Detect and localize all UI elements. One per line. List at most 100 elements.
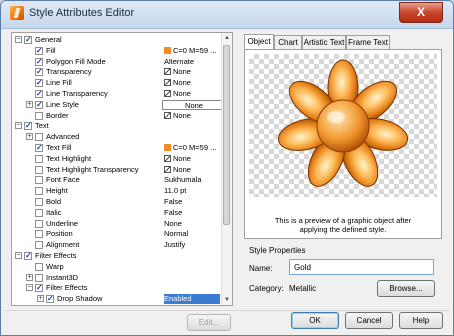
tree-row-value[interactable]: Sukhumala [164, 175, 220, 185]
close-button[interactable]: X [399, 2, 443, 23]
tree-row-checkbox[interactable] [35, 165, 43, 174]
tree-row[interactable]: Polygon Fill Mode Alternate [12, 57, 222, 67]
expand-icon[interactable]: + [37, 295, 44, 303]
tree-row-value[interactable]: Justify [164, 240, 220, 250]
tree-row-checkbox[interactable] [35, 230, 43, 239]
tree-row-checkbox[interactable] [35, 198, 43, 206]
tree-row-value[interactable]: Enabled [164, 294, 220, 305]
tree-row-checkbox[interactable] [35, 187, 43, 196]
tree-row[interactable]: Height 11.0 pt [12, 186, 222, 196]
tree-row-checkbox[interactable] [35, 57, 43, 67]
cancel-button[interactable]: Cancel [345, 312, 393, 329]
tab-artistic-text[interactable]: Artistic Text [302, 35, 346, 49]
expand-icon[interactable]: + [26, 273, 33, 281]
tree-row[interactable]: − Text [12, 121, 222, 131]
tree-row[interactable]: Font Face Sukhumala [12, 175, 222, 185]
none-fill-icon [164, 90, 171, 97]
preview-canvas [249, 54, 437, 197]
tree-scrollbar[interactable]: ▲ ▼ [221, 33, 232, 305]
name-field[interactable] [289, 259, 434, 275]
tree-row-value[interactable]: Alternate [164, 57, 220, 67]
tree-row-checkbox[interactable] [35, 262, 43, 271]
tree-row[interactable]: − General [12, 35, 222, 45]
scroll-up-arrow-icon[interactable]: ▲ [222, 33, 232, 43]
tree-row[interactable]: Fill C=0 M=59 ... [12, 46, 222, 56]
preview-caption-line2: applying the defined style. [299, 225, 387, 234]
none-fill-icon [164, 111, 171, 119]
tree-row-value[interactable]: None [164, 67, 220, 77]
tree-row-checkbox[interactable] [35, 176, 43, 185]
tree-row-value[interactable]: None [164, 154, 220, 164]
tree-row[interactable]: Transparency None [12, 67, 222, 77]
tree-row-value[interactable]: None [164, 219, 220, 229]
tree-row[interactable]: Text Fill C=0 M=59 ... [12, 143, 222, 153]
tree-row-checkbox[interactable] [46, 294, 54, 304]
collapse-icon[interactable]: − [15, 252, 22, 259]
tree-row-label: Font Face [46, 175, 80, 185]
tree-row-checkbox[interactable] [35, 111, 43, 120]
tab-object[interactable]: Object [244, 34, 274, 50]
tree-row[interactable]: Line Fill None [12, 78, 222, 88]
tree-row-checkbox[interactable] [35, 219, 43, 228]
tree-row[interactable]: + Line Style None [12, 99, 226, 110]
tree-row[interactable]: − Filter Effects [12, 251, 222, 261]
tree-row-value[interactable]: False [164, 208, 220, 218]
tree-row-value[interactable]: None [164, 89, 220, 99]
tree-row-checkbox[interactable] [24, 121, 32, 131]
tree-row-checkbox[interactable] [35, 283, 43, 293]
tree-row[interactable]: Border None [12, 111, 222, 121]
expand-icon[interactable]: + [26, 100, 33, 108]
tree-row[interactable]: Italic False [12, 208, 222, 218]
collapse-icon[interactable]: − [15, 36, 22, 43]
tree-row[interactable]: Bold False [12, 197, 222, 207]
tree-row[interactable]: + Advanced [12, 132, 222, 142]
tree-row[interactable]: − Filter Effects [12, 283, 222, 293]
tree-row[interactable]: Text Highlight Transparency None [12, 165, 222, 175]
tree-row-value[interactable]: False [164, 197, 220, 207]
tree-row[interactable]: + Drop Shadow Enabled [12, 294, 222, 305]
collapse-icon[interactable]: − [15, 122, 22, 130]
tree-row-value[interactable]: None [162, 99, 226, 110]
tree-row[interactable]: Position Normal [12, 229, 222, 239]
tree-row-checkbox[interactable] [35, 241, 43, 250]
tree-row-value[interactable]: 11.0 pt [164, 186, 220, 196]
tree-row-value[interactable]: None [164, 165, 220, 175]
tree-row-checkbox[interactable] [35, 208, 43, 217]
help-button[interactable]: Help [399, 312, 443, 329]
tree-row[interactable]: Line Transparency None [12, 89, 222, 99]
tree-row-value[interactable]: C=0 M=59 ... [164, 46, 220, 56]
tree-row-value[interactable]: None [164, 78, 220, 88]
collapse-icon[interactable]: − [26, 284, 33, 292]
tree-row[interactable]: Warp [12, 262, 222, 272]
scroll-down-arrow-icon[interactable]: ▼ [222, 295, 232, 305]
tree-row-checkbox[interactable] [35, 78, 43, 88]
tree-row-value[interactable]: Normal [164, 229, 220, 239]
ok-button[interactable]: OK [291, 312, 339, 329]
tab-chart[interactable]: Chart [274, 35, 302, 49]
tree-row-checkbox[interactable] [24, 251, 32, 261]
tree-row-checkbox[interactable] [24, 35, 32, 45]
scroll-thumb[interactable] [223, 45, 230, 225]
tree-row-value[interactable]: None [164, 111, 220, 121]
edit-button[interactable]: Edit... [187, 314, 231, 331]
tree-row-value[interactable]: C=0 M=59 ... [164, 143, 220, 153]
tree-row-label: Line Style [46, 99, 79, 109]
tree-row[interactable]: Text Highlight None [12, 154, 222, 164]
tree-row-checkbox[interactable] [35, 143, 43, 153]
tree-row-checkbox[interactable] [35, 100, 43, 110]
tree-row-checkbox[interactable] [35, 67, 43, 77]
tree-row-label: Polygon Fill Mode [46, 56, 106, 66]
tree-row[interactable]: Underline None [12, 219, 222, 229]
tree-row[interactable]: + Instant3D [12, 273, 222, 283]
tree-row[interactable]: Alignment Justify [12, 240, 222, 250]
tree-row-checkbox[interactable] [35, 89, 43, 99]
tree-row-checkbox[interactable] [35, 273, 43, 282]
tree-row-checkbox[interactable] [35, 46, 43, 56]
browse-button[interactable]: Browse... [377, 280, 435, 297]
tree-row-checkbox[interactable] [35, 133, 43, 142]
expand-icon[interactable]: + [26, 133, 33, 141]
tab-frame-text[interactable]: Frame Text [346, 35, 390, 49]
tree-row-checkbox[interactable] [35, 154, 43, 163]
footer-separator [5, 310, 449, 311]
attributes-tree[interactable]: − GeneralFill C=0 M=59 ... Polygon Fill Mod… [11, 32, 233, 306]
